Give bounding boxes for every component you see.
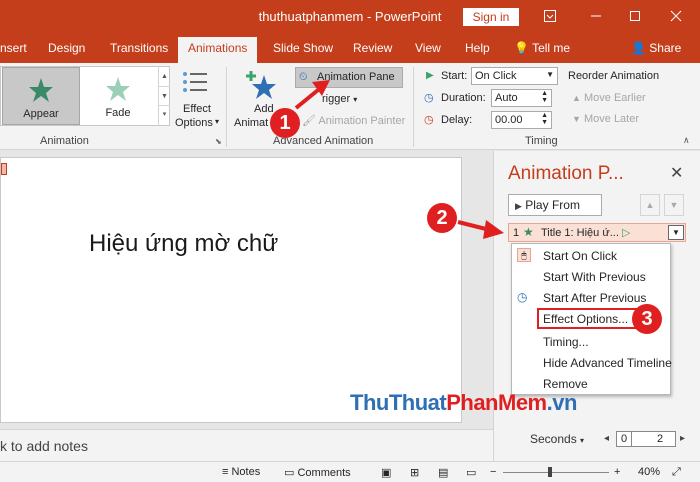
zoom-level[interactable]: 40% <box>638 466 660 478</box>
step-badge-2: 2 <box>427 203 457 233</box>
comments-toggle-label: Comments <box>297 467 351 479</box>
comments-toggle[interactable]: ▭ Comments <box>284 466 351 479</box>
watermark-logo: ThuThuatPhanMem.vn <box>350 390 577 416</box>
notes-toggle-label: Notes <box>231 466 261 478</box>
watermark-part-1: ThuThuat <box>350 390 447 415</box>
normal-view-icon[interactable]: ▣ <box>381 466 391 479</box>
watermark-part-3: .vn <box>546 390 578 415</box>
notes-icon: ≡ <box>222 466 229 478</box>
notes-toggle[interactable]: ≡ Notes <box>222 466 260 478</box>
fit-to-window-icon[interactable]: ⤢ <box>672 466 681 479</box>
zoom-out-icon[interactable]: − <box>490 466 496 478</box>
reading-view-icon[interactable]: ▤ <box>438 466 448 479</box>
zoom-slider-handle[interactable] <box>548 467 552 477</box>
slideshow-view-icon[interactable]: ▭ <box>466 466 476 479</box>
slide-sorter-icon[interactable]: ⊞ <box>410 466 419 479</box>
watermark-part-2: PhanMem <box>446 390 547 415</box>
zoom-in-icon[interactable]: + <box>614 466 620 478</box>
status-bar: ≡ Notes ▭ Comments ▣ ⊞ ▤ ▭ − + 40% ⤢ <box>0 461 700 482</box>
zoom-slider[interactable] <box>503 472 609 473</box>
step-badge-3: 3 <box>632 304 662 334</box>
comment-icon: ▭ <box>284 467 295 479</box>
step-badge-1: 1 <box>270 108 300 138</box>
